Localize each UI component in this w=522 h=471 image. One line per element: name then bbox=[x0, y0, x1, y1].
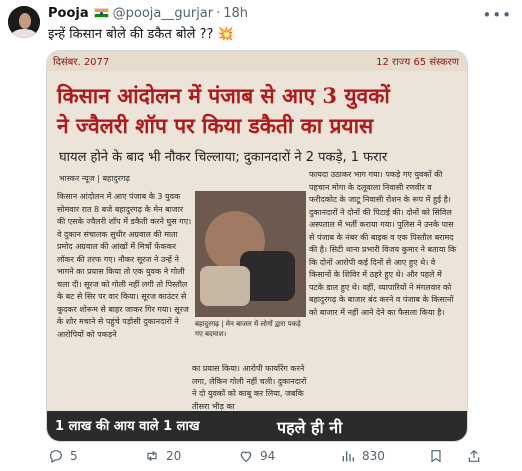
retweet-button[interactable]: 20 bbox=[144, 448, 181, 464]
bottom-headline-right: पहले ही नी bbox=[277, 418, 343, 437]
action-bar: 5 20 94 830 bbox=[48, 448, 508, 468]
timestamp[interactable]: 18h bbox=[223, 6, 248, 21]
headline-line-2: ने ज्वैलरी शॉप पर किया डकैती का प्रयास bbox=[57, 113, 374, 138]
like-button[interactable]: 94 bbox=[238, 448, 275, 464]
tweet-header: Pooja @pooja__gurjar · 18h bbox=[48, 4, 248, 22]
share-icon bbox=[468, 449, 480, 462]
newspaper-subheadline: घायल होने के बाद भी नौकर चिल्लाया; दुकान… bbox=[59, 150, 388, 165]
newspaper-date: दिसंबर. 2077 bbox=[53, 57, 110, 68]
separator: · bbox=[216, 5, 221, 21]
views-count: 830 bbox=[362, 449, 385, 463]
article-middle-column: का प्रयास किया। आरोपी फायरिंग करने लगा, … bbox=[192, 364, 307, 411]
views-button[interactable]: 830 bbox=[340, 448, 385, 464]
tweet-text: इन्हें किसान बोले की डकैत बोले ?? 💥 bbox=[48, 27, 234, 42]
retweet-count: 20 bbox=[166, 449, 182, 463]
bookmark-button[interactable] bbox=[428, 448, 444, 464]
news-photo bbox=[195, 191, 306, 317]
india-flag-icon bbox=[93, 8, 109, 18]
heart-icon bbox=[240, 451, 252, 463]
author-name[interactable]: Pooja bbox=[48, 6, 89, 21]
headline-line-1: किसान आंदोलन में पंजाब से आए 3 युवकों bbox=[57, 83, 390, 108]
share-button[interactable] bbox=[466, 448, 482, 464]
newspaper-byline: भास्कर न्यूज | बहादुरगढ़ bbox=[59, 174, 130, 183]
bookmark-icon bbox=[431, 450, 441, 463]
newspaper-top-band: दिसंबर. 2077 12 राज्य 65 संस्करण bbox=[47, 51, 467, 71]
avatar-face bbox=[19, 13, 31, 29]
article-left-column: किसान आंदोलन में आए पंजाब के 3 युवक सोमव… bbox=[57, 192, 192, 339]
photo-caption: बहादुरगढ़ | मेन बाजार में लोगों द्वारा प… bbox=[195, 320, 301, 338]
newspaper-edition: 12 राज्य 65 संस्करण bbox=[376, 57, 459, 68]
article-right-column: फायदा उठाकर भाग गया। पकड़े गए युवकों की … bbox=[309, 170, 457, 317]
tweet-media-image[interactable]: दिसंबर. 2077 12 राज्य 65 संस्करण किसान आ… bbox=[46, 50, 468, 442]
avatar-shoulder bbox=[11, 29, 37, 38]
like-count: 94 bbox=[260, 449, 276, 463]
reply-count: 5 bbox=[70, 449, 78, 463]
views-chart-icon bbox=[342, 451, 354, 462]
author-handle[interactable]: @pooja__gurjar bbox=[113, 6, 214, 21]
reply-icon bbox=[50, 450, 62, 464]
more-dots-icon[interactable]: ••• bbox=[482, 6, 512, 24]
newspaper-headline: किसान आंदोलन में पंजाब से आए 3 युवकों ने… bbox=[57, 81, 457, 141]
retweet-icon bbox=[147, 450, 157, 462]
bottom-headline-left: 1 लाख की आय वाले 1 लाख bbox=[55, 419, 200, 434]
reply-button[interactable]: 5 bbox=[48, 448, 78, 464]
avatar[interactable] bbox=[8, 6, 40, 38]
